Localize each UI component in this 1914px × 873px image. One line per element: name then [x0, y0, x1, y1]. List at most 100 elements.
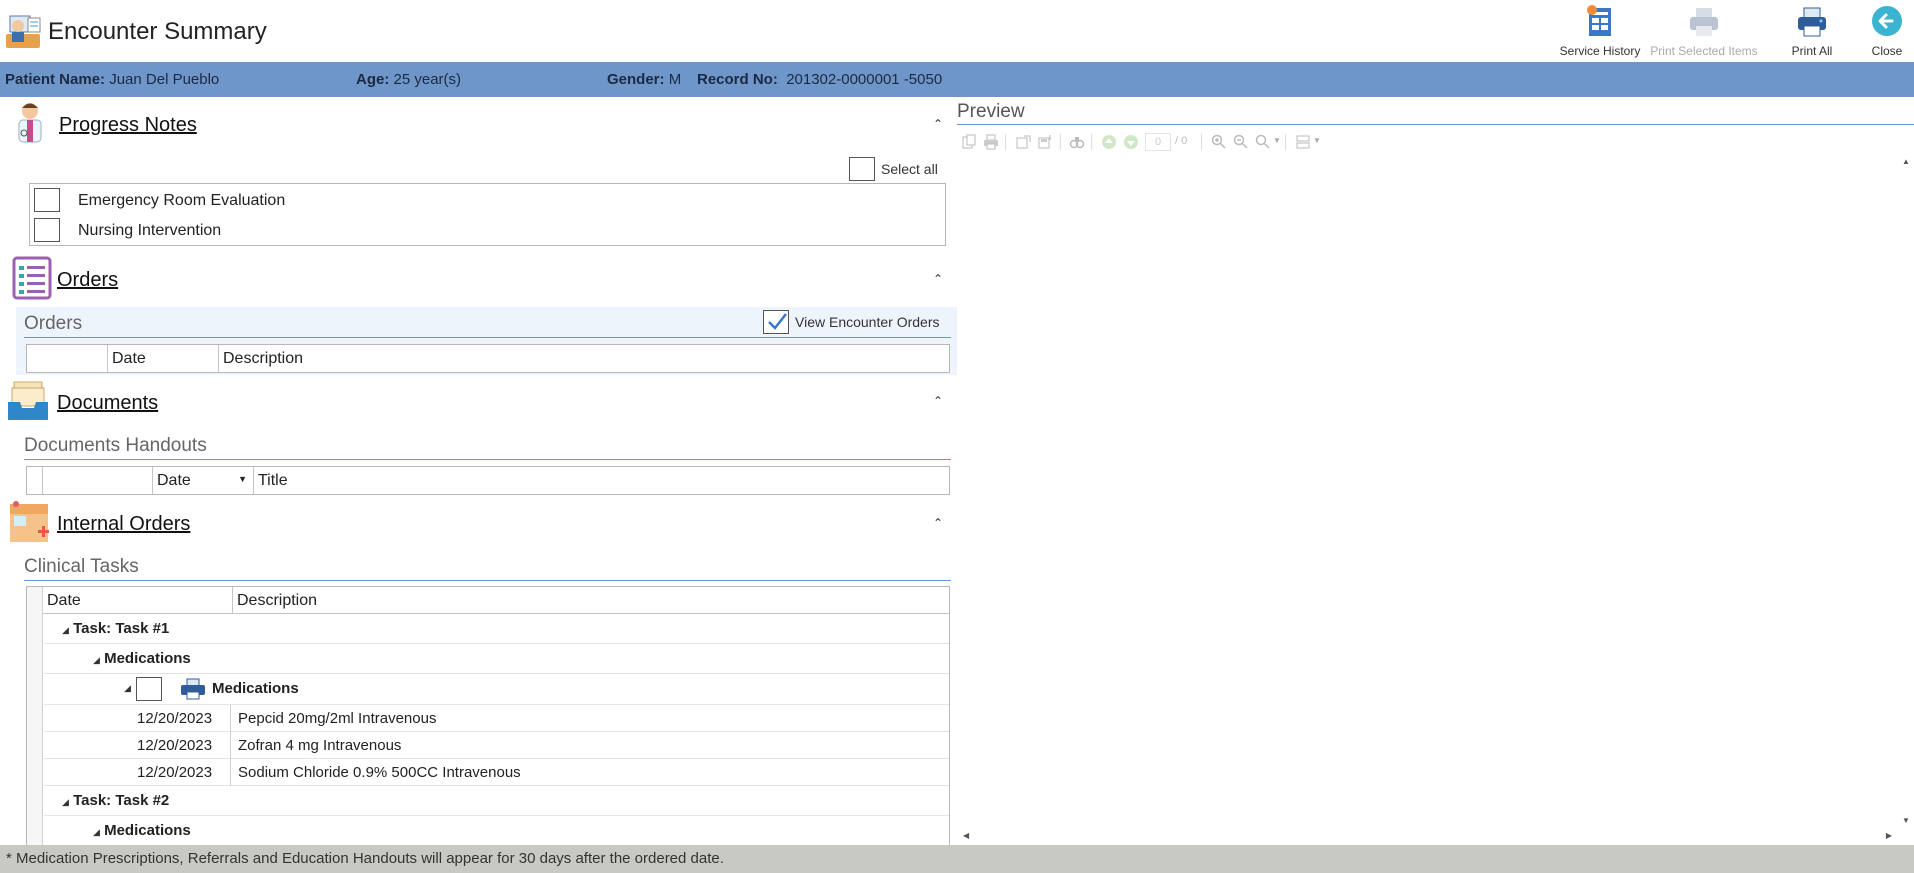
- list-item[interactable]: Emergency Room Evaluation: [34, 188, 285, 217]
- task-group-row[interactable]: ◢ Task: Task #1: [44, 614, 949, 644]
- patient-record-label: Record No:: [697, 71, 778, 88]
- progress-notes-header[interactable]: Progress Notes ⌃: [0, 97, 957, 147]
- divider: [24, 580, 951, 581]
- table-row[interactable]: 12/20/2023 Sodium Chloride 0.9% 500CC In…: [44, 759, 949, 786]
- orders-header[interactable]: Orders ⌃: [0, 254, 957, 304]
- view-dropdown-icon[interactable]: ▼: [1313, 136, 1321, 145]
- medications-checkbox[interactable]: [136, 677, 162, 701]
- page-number-input[interactable]: [1145, 133, 1171, 151]
- medications-subgroup-row[interactable]: ◢ Medications: [44, 674, 949, 705]
- column-header[interactable]: [27, 345, 108, 372]
- find-icon[interactable]: [1069, 134, 1085, 150]
- column-header-date[interactable]: Date ▼: [153, 467, 254, 494]
- patient-name-label: Patient Name:: [5, 71, 106, 88]
- collapse-caret-icon[interactable]: ⌃: [933, 516, 943, 530]
- collapse-caret-icon[interactable]: ⌃: [933, 272, 943, 286]
- close-button[interactable]: Close: [1862, 4, 1912, 60]
- patient-gender-value: M: [668, 71, 682, 88]
- internal-orders-title[interactable]: Internal Orders: [57, 513, 190, 536]
- internal-orders-header[interactable]: Internal Orders ⌃: [0, 498, 957, 548]
- expand-triangle-icon[interactable]: ◢: [93, 827, 100, 837]
- orders-subtitle: Orders: [24, 313, 83, 334]
- orders-title[interactable]: Orders: [57, 269, 118, 292]
- scroll-up-icon[interactable]: ▲: [1902, 157, 1910, 166]
- previous-page-icon[interactable]: [1101, 134, 1117, 150]
- sort-dropdown-icon[interactable]: ▼: [238, 474, 247, 484]
- documents-header[interactable]: Documents ⌃: [0, 376, 957, 426]
- collapse-caret-icon[interactable]: ⌃: [933, 394, 943, 408]
- column-header-title[interactable]: Title: [254, 467, 949, 494]
- expand-triangle-icon[interactable]: ◢: [62, 797, 69, 807]
- service-history-button[interactable]: Service History: [1558, 4, 1642, 60]
- table-row[interactable]: 12/20/2023 Pepcid 20mg/2ml Intravenous: [44, 705, 949, 732]
- medications-group-row[interactable]: ◢ Medications: [44, 644, 949, 674]
- select-all-label: Select all: [881, 161, 938, 177]
- back-arrow-icon: [1872, 6, 1902, 36]
- print-all-button[interactable]: Print All: [1778, 4, 1846, 60]
- expand-triangle-icon[interactable]: ◢: [124, 683, 131, 694]
- footer-note: * Medication Prescriptions, Referrals an…: [0, 845, 1914, 873]
- progress-notes-title[interactable]: Progress Notes: [59, 114, 197, 137]
- page-total: / 0: [1175, 135, 1188, 147]
- list-item[interactable]: Nursing Intervention: [34, 218, 221, 247]
- view-encounter-orders-control[interactable]: View Encounter Orders: [763, 310, 939, 339]
- divider: [24, 337, 951, 338]
- clinical-tasks-header: Date Description: [43, 587, 949, 614]
- patient-gender-label: Gender:: [607, 71, 665, 88]
- column-header[interactable]: [43, 467, 153, 494]
- print-selected-button[interactable]: Print Selected Items: [1648, 4, 1760, 60]
- medications-subgroup-label: Medications: [212, 680, 299, 697]
- next-page-icon[interactable]: [1123, 134, 1139, 150]
- print-icon[interactable]: [983, 134, 999, 150]
- toolbar-separator: [1091, 134, 1092, 150]
- column-header-date[interactable]: Date: [43, 587, 233, 614]
- row-description: Sodium Chloride 0.9% 500CC Intravenous: [238, 764, 521, 781]
- scroll-right-icon[interactable]: ▶: [1886, 831, 1892, 840]
- note-checkbox[interactable]: [34, 188, 60, 212]
- medical-box-icon: [10, 501, 49, 542]
- printer-icon[interactable]: [180, 678, 206, 700]
- vertical-scrollbar[interactable]: ▲ ▼: [1898, 157, 1914, 825]
- note-label: Nursing Intervention: [78, 222, 222, 239]
- page-setup-icon[interactable]: [961, 134, 977, 150]
- note-label: Emergency Room Evaluation: [78, 192, 286, 209]
- scroll-down-icon[interactable]: ▼: [1902, 816, 1910, 825]
- column-header-date[interactable]: Date: [108, 345, 219, 372]
- summary-panel: Progress Notes ⌃ Select all Emergency Ro…: [0, 97, 957, 845]
- collapse-caret-icon[interactable]: ⌃: [933, 117, 943, 131]
- view-layout-icon[interactable]: [1295, 134, 1311, 150]
- medications-group-row[interactable]: ◢ Medications: [44, 816, 949, 845]
- medications-group-label: ◢ Medications: [93, 650, 191, 667]
- scroll-left-icon[interactable]: ◀: [963, 831, 969, 840]
- row-indicator-column: [27, 587, 43, 845]
- row-date: 12/20/2023: [137, 737, 213, 754]
- column-header[interactable]: [27, 467, 43, 494]
- zoom-icon[interactable]: [1255, 134, 1271, 150]
- progress-notes-list: Emergency Room Evaluation Nursing Interv…: [29, 183, 946, 246]
- print-selected-label: Print Selected Items: [1650, 44, 1758, 58]
- column-header-description[interactable]: Description: [233, 587, 949, 614]
- save-icon[interactable]: [1038, 134, 1054, 150]
- export-icon[interactable]: [1016, 134, 1032, 150]
- documents-tray-icon: [8, 381, 48, 420]
- preview-toolbar: / 0 ▼ ▼: [961, 133, 1321, 154]
- checkmark-icon: [768, 313, 787, 330]
- expand-triangle-icon[interactable]: ◢: [93, 655, 100, 665]
- note-checkbox[interactable]: [34, 218, 60, 242]
- zoom-out-icon[interactable]: [1233, 134, 1249, 150]
- expand-triangle-icon[interactable]: ◢: [62, 625, 69, 635]
- table-row[interactable]: 12/20/2023 Zofran 4 mg Intravenous: [44, 732, 949, 759]
- zoom-in-icon[interactable]: [1211, 134, 1227, 150]
- horizontal-scrollbar[interactable]: ◀ ▶: [957, 829, 1914, 845]
- cell-divider: [230, 732, 231, 759]
- divider: [957, 124, 1914, 125]
- row-description: Pepcid 20mg/2ml Intravenous: [238, 710, 437, 727]
- zoom-dropdown-icon[interactable]: ▼: [1273, 136, 1281, 145]
- select-all-control[interactable]: Select all: [849, 157, 938, 186]
- select-all-checkbox[interactable]: [849, 157, 875, 181]
- view-encounter-orders-checkbox[interactable]: [763, 310, 789, 334]
- column-header-description[interactable]: Description: [219, 345, 949, 372]
- documents-subtitle: Documents Handouts: [24, 435, 207, 456]
- task-group-row[interactable]: ◢ Task: Task #2: [44, 786, 949, 816]
- documents-title[interactable]: Documents: [57, 392, 158, 415]
